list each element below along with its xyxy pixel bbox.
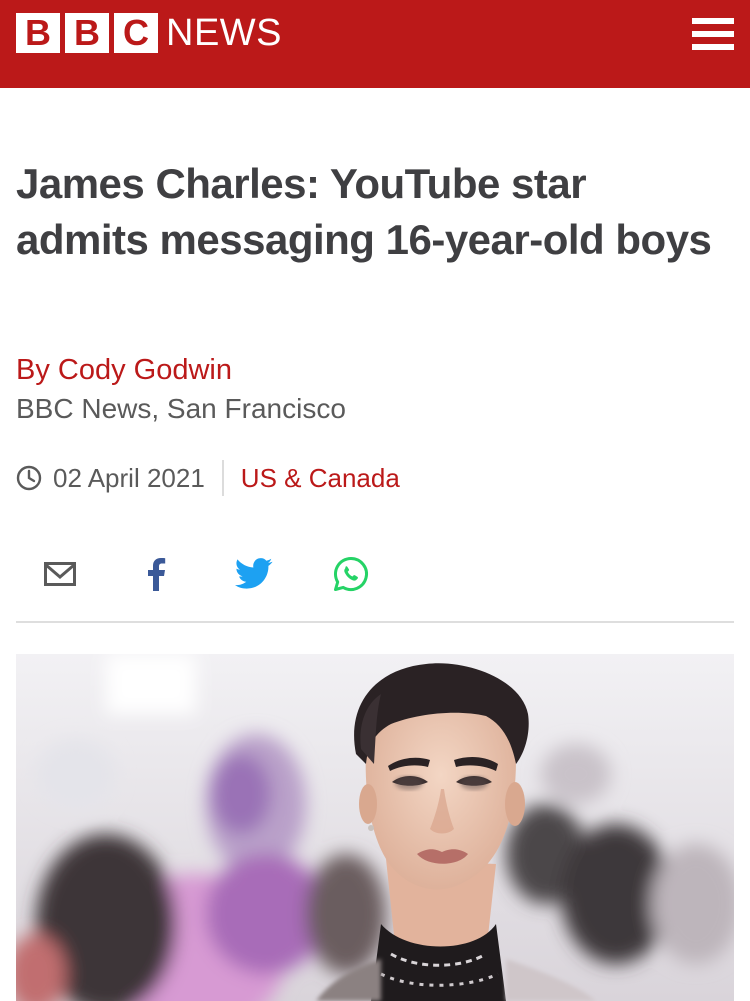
email-icon[interactable] <box>38 552 82 596</box>
bbc-logo[interactable]: B B C <box>16 13 158 53</box>
meta-divider <box>221 460 224 496</box>
twitter-icon[interactable] <box>232 552 276 596</box>
publish-date: 02 April 2021 <box>53 462 205 493</box>
news-wordmark[interactable]: NEWS <box>166 12 282 54</box>
article-meta: 02 April 2021 US & Canada <box>16 458 400 498</box>
hero-photo <box>16 654 734 1001</box>
byline-role: BBC News, San Francisco <box>16 393 346 424</box>
logo-letter: B <box>16 13 60 53</box>
menu-bar <box>692 18 734 24</box>
article-headline: James Charles: YouTube star admits messa… <box>16 160 712 263</box>
clock-icon <box>16 465 42 491</box>
logo-letter: B <box>65 13 109 53</box>
hamburger-menu-icon[interactable] <box>692 18 734 50</box>
whatsapp-icon[interactable] <box>329 552 373 596</box>
divider <box>16 621 734 623</box>
logo-letter: C <box>114 13 158 53</box>
byline-author[interactable]: By Cody Godwin <box>16 354 232 387</box>
share-bar <box>0 552 750 596</box>
article-hero-image <box>16 654 734 1001</box>
menu-bar <box>692 31 734 37</box>
section-link[interactable]: US & Canada <box>241 463 400 494</box>
facebook-icon[interactable] <box>134 552 178 596</box>
menu-bar <box>692 44 734 50</box>
masthead: B B C NEWS <box>0 0 750 88</box>
